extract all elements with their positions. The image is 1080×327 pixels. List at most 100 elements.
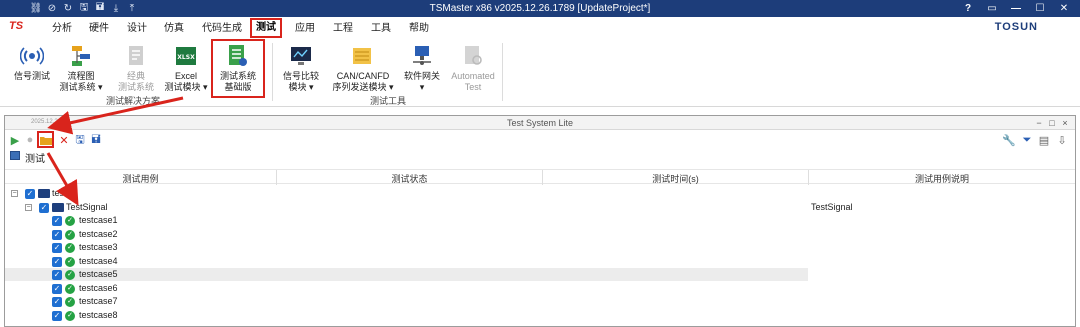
menu-test[interactable]: 测试 <box>250 18 282 38</box>
layout-button[interactable]: ▭ <box>980 1 1004 16</box>
test-system-panel: 2025.12.24.15 Test System Lite − □ × ▶ ●… <box>4 115 1076 327</box>
menu-project[interactable]: 工程 <box>333 20 353 37</box>
save-as-icon[interactable]: 🖬 <box>89 133 103 147</box>
table-row[interactable]: ✓ ✓ testcase3 <box>5 241 1075 254</box>
group-label-solutions: 测试解决方案 <box>106 96 161 106</box>
app-logo-icon[interactable]: TS <box>9 20 29 35</box>
table-row[interactable]: ✓ ✓ testcase7 <box>5 295 1075 308</box>
signal-test-button[interactable]: 信号测试 <box>12 43 52 82</box>
column-header-time[interactable]: 测试时间(s) <box>543 172 808 185</box>
panel-maximize-icon[interactable]: □ <box>1046 117 1058 129</box>
can-sequence-icon <box>350 43 376 69</box>
test-system-lite-button[interactable]: 测试系统 基础版 <box>211 39 265 98</box>
delete-icon[interactable]: ✕ <box>57 133 71 147</box>
table-row[interactable]: ✓ ✓ testcase6 <box>5 282 1075 295</box>
software-gateway-button[interactable]: 软件网关 ▾ <box>401 43 443 93</box>
row-name: TestSignal <box>66 201 108 212</box>
row-name: testcase7 <box>79 296 118 306</box>
menu-codegen[interactable]: 代码生成 <box>202 20 242 37</box>
open-folder-icon[interactable] <box>37 131 54 148</box>
pass-status-icon: ✓ <box>65 283 75 294</box>
menu-simulation[interactable]: 仿真 <box>164 20 184 37</box>
row-checkbox[interactable]: ✓ <box>25 189 35 199</box>
row-checkbox[interactable]: ✓ <box>52 243 62 253</box>
row-checkbox[interactable]: ✓ <box>52 270 62 280</box>
signal-compare-button[interactable]: 信号比较 模块 ▾ <box>280 43 322 93</box>
window-controls: ? ▭ — ☐ ✕ <box>956 1 1076 16</box>
folder-icon <box>52 202 64 212</box>
signal-broadcast-icon <box>19 43 45 69</box>
row-name: testcase1 <box>79 215 118 225</box>
minimize-button[interactable]: — <box>1004 1 1028 16</box>
folder-icon <box>38 189 50 198</box>
automated-test-icon <box>460 43 486 69</box>
pass-status-icon: ✓ <box>65 243 75 253</box>
menu-tools[interactable]: 工具 <box>371 20 391 37</box>
excel-icon: XLSX <box>173 43 199 69</box>
row-checkbox[interactable]: ✓ <box>52 283 62 294</box>
tree-folder-row[interactable]: − ✓ TestSignal TestSignal <box>5 201 1075 214</box>
table-row[interactable]: ✓ ✓ testcase1 <box>5 214 1075 227</box>
row-name: testcase4 <box>79 255 118 266</box>
run-icon[interactable]: ▶ <box>8 133 22 147</box>
row-checkbox[interactable]: ✓ <box>52 229 62 240</box>
flowchart-test-button[interactable]: 流程图 测试系统 ▾ <box>58 43 104 93</box>
table-row[interactable]: ✓ ✓ testcase4 <box>5 255 1075 268</box>
svg-text:XLSX: XLSX <box>177 54 195 61</box>
pass-status-icon: ✓ <box>65 229 75 240</box>
excel-test-button[interactable]: XLSX Excel 测试模块 ▾ <box>162 43 210 93</box>
menu-help[interactable]: 帮助 <box>409 20 429 37</box>
menu-design[interactable]: 设计 <box>127 20 147 37</box>
row-description: TestSignal <box>811 201 853 212</box>
row-checkbox[interactable]: ✓ <box>52 216 62 226</box>
panel-title-bar: 2025.12.24.15 Test System Lite − □ × <box>5 116 1075 130</box>
layout-icon[interactable]: ▤ <box>1037 133 1051 147</box>
save-icon[interactable]: 🖫 <box>73 133 87 147</box>
wrench-icon[interactable]: 🔧 <box>1002 133 1016 147</box>
brand-logo: TOSUN <box>994 21 1038 33</box>
export-icon[interactable]: ⇩ <box>1055 133 1069 147</box>
window-title: TSMaster x86 v2025.12.26.1789 [UpdatePro… <box>429 3 651 14</box>
maximize-button[interactable]: ☐ <box>1028 1 1052 16</box>
automated-test-button[interactable]: Automated Test <box>449 43 497 93</box>
row-checkbox[interactable]: ✓ <box>52 297 62 307</box>
column-header-case[interactable]: 测试用例 <box>5 172 276 185</box>
row-checkbox[interactable]: ✓ <box>52 310 62 321</box>
stop-icon[interactable]: ● <box>23 133 37 147</box>
flowchart-icon <box>68 43 94 69</box>
table-row[interactable]: ✓ ✓ testcase8 <box>5 309 1075 322</box>
panel-close-icon[interactable]: × <box>1059 117 1071 129</box>
collapse-icon[interactable]: − <box>25 203 32 211</box>
row-checkbox[interactable]: ✓ <box>52 256 62 267</box>
collapse-icon[interactable]: − <box>11 190 18 197</box>
table-row[interactable]: ✓ ✓ testcase2 <box>5 228 1075 241</box>
classic-doc-icon <box>123 43 149 69</box>
pass-status-icon: ✓ <box>65 216 75 226</box>
table-row[interactable]: ✓ ✓ testcase5 <box>5 268 808 281</box>
title-bar: ⛓ ⊘ ↻ 🖫 🖬 ⤓ ⤒ TSMaster x86 v2025.12.26.1… <box>0 0 1080 17</box>
tree-folder-row[interactable]: − ✓ test <box>5 187 1075 200</box>
row-name: testcase3 <box>79 242 118 252</box>
test-tab-icon <box>10 151 20 160</box>
classic-test-button[interactable]: 经典 测试系统 <box>114 43 158 93</box>
gateway-computer-icon <box>409 43 435 69</box>
menu-hardware[interactable]: 硬件 <box>89 20 109 37</box>
column-header-status[interactable]: 测试状态 <box>277 172 542 185</box>
panel-toolbar: ▶ ● ✕ 🖫 🖬 🔧 ⏷ ▤ ⇩ <box>5 131 1075 149</box>
column-header-description[interactable]: 测试用例说明 <box>809 172 1075 185</box>
menu-analysis[interactable]: 分析 <box>52 20 72 37</box>
close-button[interactable]: ✕ <box>1052 1 1076 16</box>
row-checkbox[interactable]: ✓ <box>39 202 49 213</box>
panel-minimize-icon[interactable]: − <box>1033 117 1045 129</box>
help-button[interactable]: ? <box>956 1 980 16</box>
row-name: testcase6 <box>79 282 118 293</box>
menu-application[interactable]: 应用 <box>295 20 315 37</box>
tab-test[interactable]: 测试 <box>5 149 1075 165</box>
group-separator <box>502 43 503 101</box>
pass-status-icon: ✓ <box>65 310 75 321</box>
pass-status-icon: ✓ <box>65 270 75 280</box>
filter-icon[interactable]: ⏷ <box>1020 133 1034 147</box>
can-sequence-button[interactable]: CAN/CANFD 序列发送模块 ▾ <box>328 43 398 93</box>
panel-title: Test System Lite <box>506 118 574 128</box>
group-separator <box>272 43 273 101</box>
